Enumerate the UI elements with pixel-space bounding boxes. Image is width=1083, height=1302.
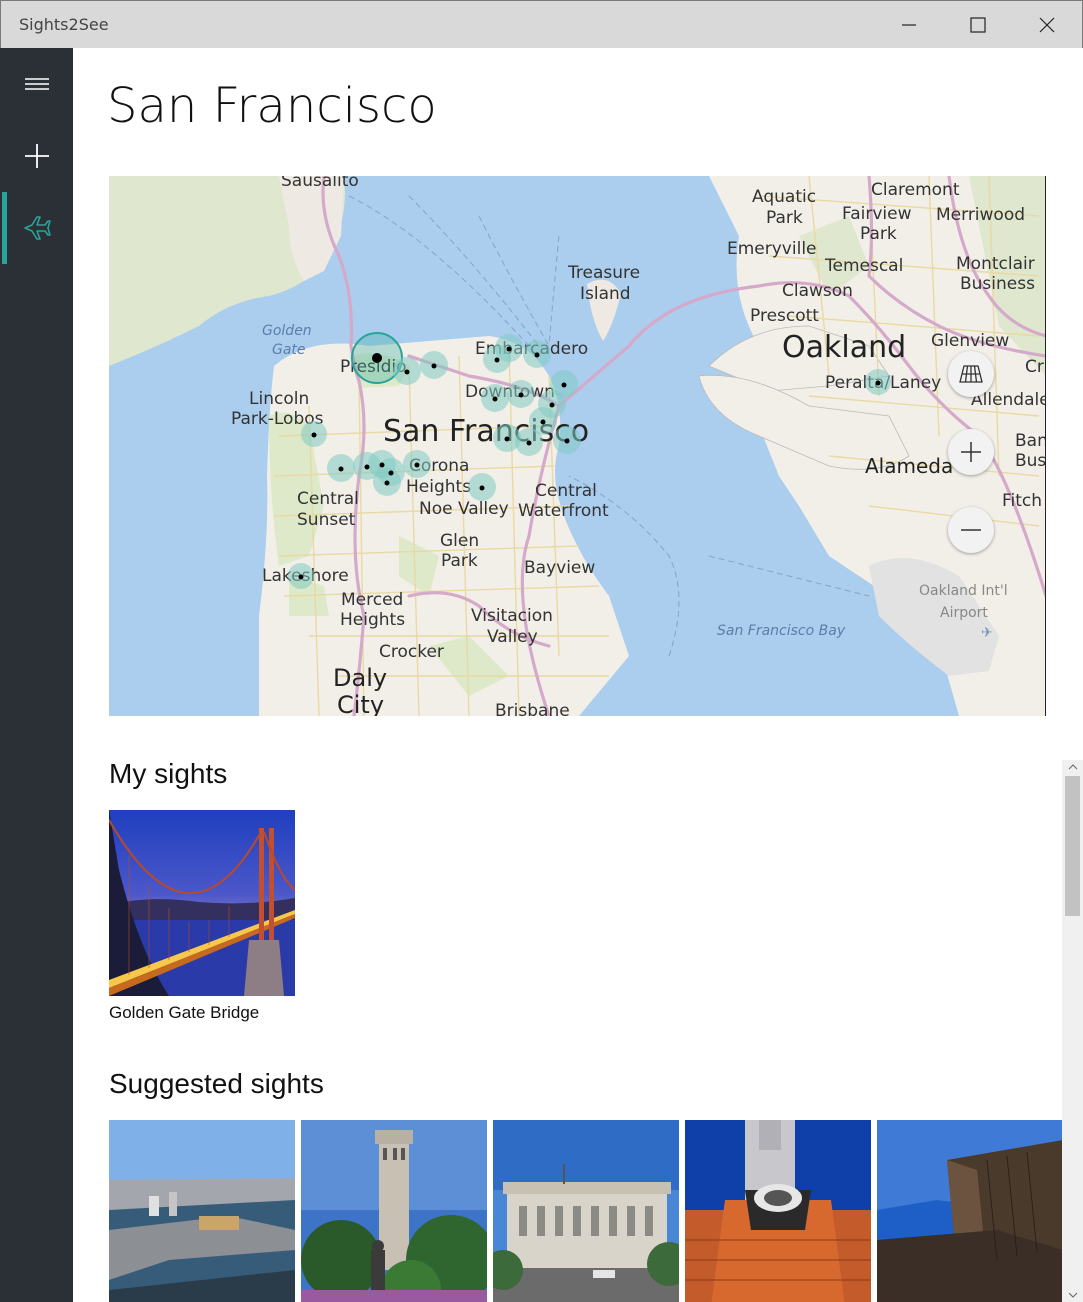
map-label-treasure-2: Island [580, 284, 631, 304]
map-label-fairview-2: Park [860, 224, 897, 244]
minimize-icon [902, 24, 916, 26]
map-label-cr: Cr [1025, 357, 1044, 377]
map-label-glenview: Glenview [931, 331, 1009, 351]
plus-icon [24, 144, 49, 168]
window-title: Sights2See [19, 15, 109, 34]
sight-photo [301, 1120, 487, 1302]
zoom-in-button[interactable] [948, 429, 994, 475]
maximize-button[interactable] [944, 1, 1012, 49]
sight-photo [109, 810, 295, 996]
map-label-noe-valley: Noe Valley [419, 499, 509, 519]
map-label-temescal: Temescal [824, 256, 903, 276]
page-title: San Francisco [107, 78, 437, 134]
map-label-central-wf-1: Central [535, 481, 597, 501]
suggested-sight-tile[interactable] [109, 1120, 295, 1302]
hamburger-menu-button[interactable] [0, 48, 73, 120]
map-label-glen-park-1: Glen [440, 531, 479, 551]
map-label-aquatic-1: Aquatic [752, 187, 816, 207]
close-icon [1039, 17, 1055, 33]
map-label-oak-airport-2: Airport [940, 605, 988, 621]
maximize-icon [970, 17, 986, 33]
map-label-sausalito: Sausalito [281, 176, 359, 191]
zoom-in-icon [961, 442, 981, 462]
airplane-icon [23, 216, 51, 240]
map-label-montclair-1: Montclair [956, 254, 1035, 274]
map-label-central-sunset-2: Sunset [297, 510, 356, 530]
map-label-clawson: Clawson [782, 281, 853, 301]
map-label-daly-city-1: Daly [333, 664, 387, 692]
map-label-merriwood: Merriwood [936, 205, 1025, 225]
sight-photo [109, 1120, 295, 1302]
map-label-aquatic-2: Park [766, 208, 803, 228]
map-label-montclair-2: Business [960, 274, 1035, 294]
map-label-fairview-1: Fairview [842, 204, 912, 224]
map-label-bayview: Bayview [524, 558, 595, 578]
chevron-down-icon [1068, 1292, 1077, 1298]
zoom-out-button[interactable] [948, 507, 994, 553]
airport-icon: ✈ [981, 625, 993, 641]
suggested-sight-tile[interactable] [493, 1120, 679, 1302]
map-label-ban-2: Bus [1015, 451, 1046, 471]
map-label-claremont: Claremont [871, 180, 960, 200]
map-label-oakland: Oakland [782, 330, 906, 365]
nav-sidebar [0, 48, 73, 1302]
scroll-up-button[interactable] [1062, 760, 1083, 774]
map-label-prescott: Prescott [750, 306, 819, 326]
map-grid-icon [959, 365, 983, 383]
map-label-visitacion-2: Valley [487, 627, 538, 647]
sight-photo [493, 1120, 679, 1302]
map-label-central-wf-2: Waterfront [518, 501, 609, 521]
map-canvas[interactable]: Sausalito Golden Gate Presidio Embarcade… [109, 176, 1046, 716]
map-label-alameda: Alameda [865, 454, 953, 478]
map-label-emeryville: Emeryville [727, 239, 817, 259]
title-bar: Sights2See [0, 0, 1083, 48]
main-content: San Francisco Sausalito Golden Gate Pres… [73, 48, 1083, 1302]
my-sights-heading: My sights [109, 758, 228, 789]
add-trip-button[interactable] [0, 120, 73, 192]
zoom-out-icon [961, 529, 981, 531]
my-sight-label: Golden Gate Bridge [109, 1003, 260, 1022]
map-label-ban-1: Ban [1015, 431, 1046, 451]
map-label-central-sunset-1: Central [297, 489, 359, 509]
map-label-crocker: Crocker [379, 642, 444, 662]
map-label-visitacion-1: Visitacion [471, 606, 553, 626]
map-label-merced-1: Merced [341, 590, 403, 610]
suggested-sight-tile[interactable] [877, 1120, 1063, 1302]
close-button[interactable] [1013, 1, 1081, 49]
map-style-button[interactable] [948, 351, 994, 397]
city-map[interactable]: Sausalito Golden Gate Presidio Embarcade… [109, 176, 1046, 716]
map-label-corona-2: Heights [406, 477, 471, 497]
map-label-oak-airport-1: Oakland Int'l [919, 583, 1008, 599]
sight-photo [877, 1120, 1063, 1302]
map-label-brisbane: Brisbane [495, 701, 570, 716]
map-label-fitch: Fitch [1002, 491, 1042, 511]
map-label-sf-bay: San Francisco Bay [717, 623, 846, 639]
sight-photo [685, 1120, 871, 1302]
suggested-sight-tile[interactable] [685, 1120, 871, 1302]
scrollbar-thumb[interactable] [1065, 776, 1080, 916]
map-label-lincoln-1: Lincoln [249, 389, 309, 409]
vertical-scrollbar[interactable] [1062, 760, 1083, 1302]
sight-marker-dot [372, 353, 382, 363]
scroll-down-button[interactable] [1062, 1288, 1083, 1302]
trips-nav-button[interactable] [0, 192, 73, 264]
map-label-golden-gate-2: Gate [272, 342, 306, 358]
suggested-sights-heading: Suggested sights [109, 1068, 324, 1099]
hamburger-icon [24, 78, 49, 90]
map-label-treasure-1: Treasure [567, 263, 640, 283]
suggested-sight-tile[interactable] [301, 1120, 487, 1302]
chevron-up-icon [1068, 764, 1077, 770]
minimize-button[interactable] [875, 1, 943, 49]
map-label-merced-2: Heights [340, 610, 405, 630]
my-sight-tile[interactable] [109, 810, 295, 996]
map-label-glen-park-2: Park [441, 551, 478, 571]
map-label-daly-city-2: City [337, 691, 384, 716]
map-label-golden-gate-1: Golden [262, 323, 312, 339]
